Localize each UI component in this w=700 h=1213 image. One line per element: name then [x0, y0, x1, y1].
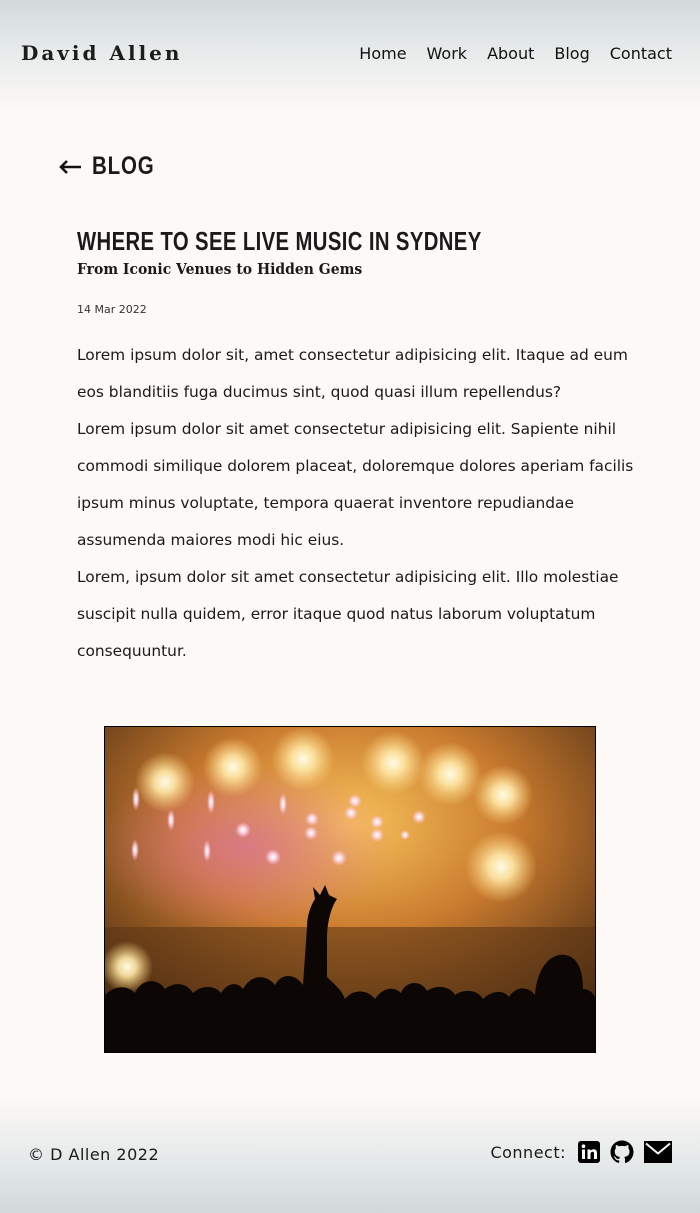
mail-icon[interactable]: [644, 1141, 672, 1163]
post-body: Lorem ipsum dolor sit, amet consectetur …: [77, 337, 637, 670]
post-title: WHERE TO SEE LIVE MUSIC IN SYDNEY: [77, 226, 482, 256]
linkedin-icon[interactable]: [578, 1141, 600, 1163]
nav-home[interactable]: Home: [359, 44, 406, 63]
post-subtitle: From Iconic Venues to Hidden Gems: [77, 260, 363, 278]
nav-work[interactable]: Work: [427, 44, 468, 63]
nav-about[interactable]: About: [487, 44, 534, 63]
nav-blog[interactable]: Blog: [554, 44, 589, 63]
site-brand[interactable]: David Allen: [21, 41, 182, 65]
nav-contact[interactable]: Contact: [610, 44, 672, 63]
footer-copyright: © D Allen 2022: [28, 1145, 160, 1164]
post-date: 14 Mar 2022: [77, 303, 147, 316]
footer-connect: Connect:: [490, 1140, 672, 1164]
site-footer: © D Allen 2022 Connect:: [0, 1100, 700, 1213]
post-paragraph: Lorem ipsum dolor sit, amet consectetur …: [77, 346, 628, 401]
post-paragraph: Lorem, ipsum dolor sit amet consectetur …: [77, 568, 619, 660]
back-link-label: BLOG: [92, 152, 155, 180]
main-nav: Home Work About Blog Contact: [359, 44, 672, 63]
post-paragraph: Lorem ipsum dolor sit amet consectetur a…: [77, 420, 634, 549]
back-to-blog-link[interactable]: BLOG: [58, 152, 168, 181]
arrow-left-icon: [59, 159, 81, 174]
concert-photo: [104, 726, 596, 1053]
connect-label: Connect:: [490, 1142, 566, 1162]
site-header: David Allen Home Work About Blog Contact: [0, 0, 700, 110]
github-icon[interactable]: [610, 1140, 634, 1164]
